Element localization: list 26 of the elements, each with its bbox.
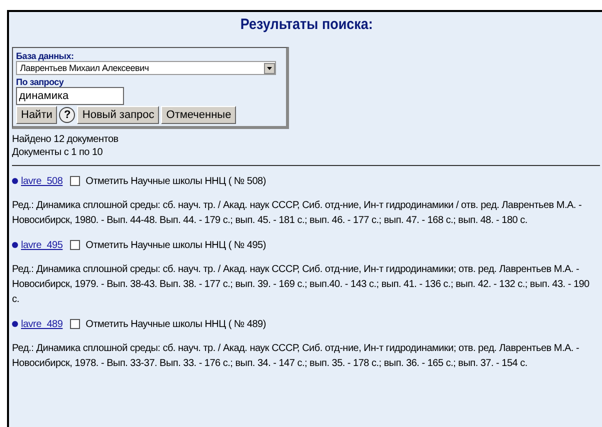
checkbox-label: Отметить Научные школы ННЦ ( № 489) — [86, 318, 266, 330]
bullet-icon — [12, 242, 18, 248]
checkbox-label: Отметить Научные школы ННЦ ( № 508) — [86, 176, 266, 186]
help-button[interactable]: ? — [59, 107, 76, 123]
database-dropdown[interactable]: Лаврентьев Михаил Алексеевич — [16, 61, 276, 75]
citation-text: Ред.: Динамика сплошной среды: сб. науч. тр. / Акад. наук СССР, Сиб. отд-ние, Ин-т гидродинамики; отв. ред. Лаврентьев М.А. - Новосибирск, 1978. - Вып. 33-37. Вып. 33. - 176 с.; вып. 34. - 147 с.; вып. 35. - 178 с.; вып. 36. - 165 с.; вып. 37. - 154 с. — [12, 342, 580, 371]
field-label: База данных: — [16, 51, 75, 61]
mark-checkbox[interactable] — [70, 240, 80, 250]
citation-text: Ред.: Динамика сплошной среды: сб. науч. тр. / Акад. наук СССР, Сиб. отд-ние, Ин-т гидродинамики; отв. ред. Лаврентьев М.А. - Новосибирск, 1979. - Вып. 38-43. Вып. 38. - 177 с.; вып. 39. - 169 с.; вып.40. - 143 с.; вып. 41. - 136 с.; вып. 42. - 132 с.; вып. 43. - 190 с. — [12, 263, 590, 307]
field-label: По запросу — [16, 77, 65, 87]
result-summary: Найдено 12 документов — [12, 133, 120, 146]
record-link[interactable]: lavre_489 — [21, 318, 63, 330]
mark-checkbox[interactable] — [70, 176, 80, 186]
record-link[interactable]: lavre_508 — [21, 176, 63, 186]
citation-text: Ред.: Динамика сплошной среды: сб. науч. тр. / Акад. наук СССР, Сиб. отд-ние, Ин-т гидродинамики / отв. ред. Лаврентьев М.А. - Новосибирск, 1980. - Вып. 44-48. Вып. 44. - 179 с.; вып. 45. - 181 с.; вып. 46. - 177 с.; вып. 47. - 168 с.; вып. 48. - 180 с. — [12, 199, 583, 228]
mark-checkbox[interactable] — [70, 319, 80, 329]
form-button[interactable]: Новый запрос — [77, 106, 160, 124]
checkbox-label: Отметить Научные школы ННЦ ( № 495) — [86, 240, 266, 250]
page-title: Результаты поиска: — [240, 16, 374, 33]
record-link[interactable]: lavre_495 — [21, 240, 63, 250]
bullet-icon — [12, 321, 18, 327]
form-button[interactable]: Отмеченные — [161, 106, 236, 124]
bullet-icon — [12, 178, 18, 184]
result-summary: Документы с 1 по 10 — [12, 146, 104, 159]
query-input[interactable]: динамика — [16, 87, 124, 105]
form-button[interactable]: Найти — [16, 106, 58, 124]
